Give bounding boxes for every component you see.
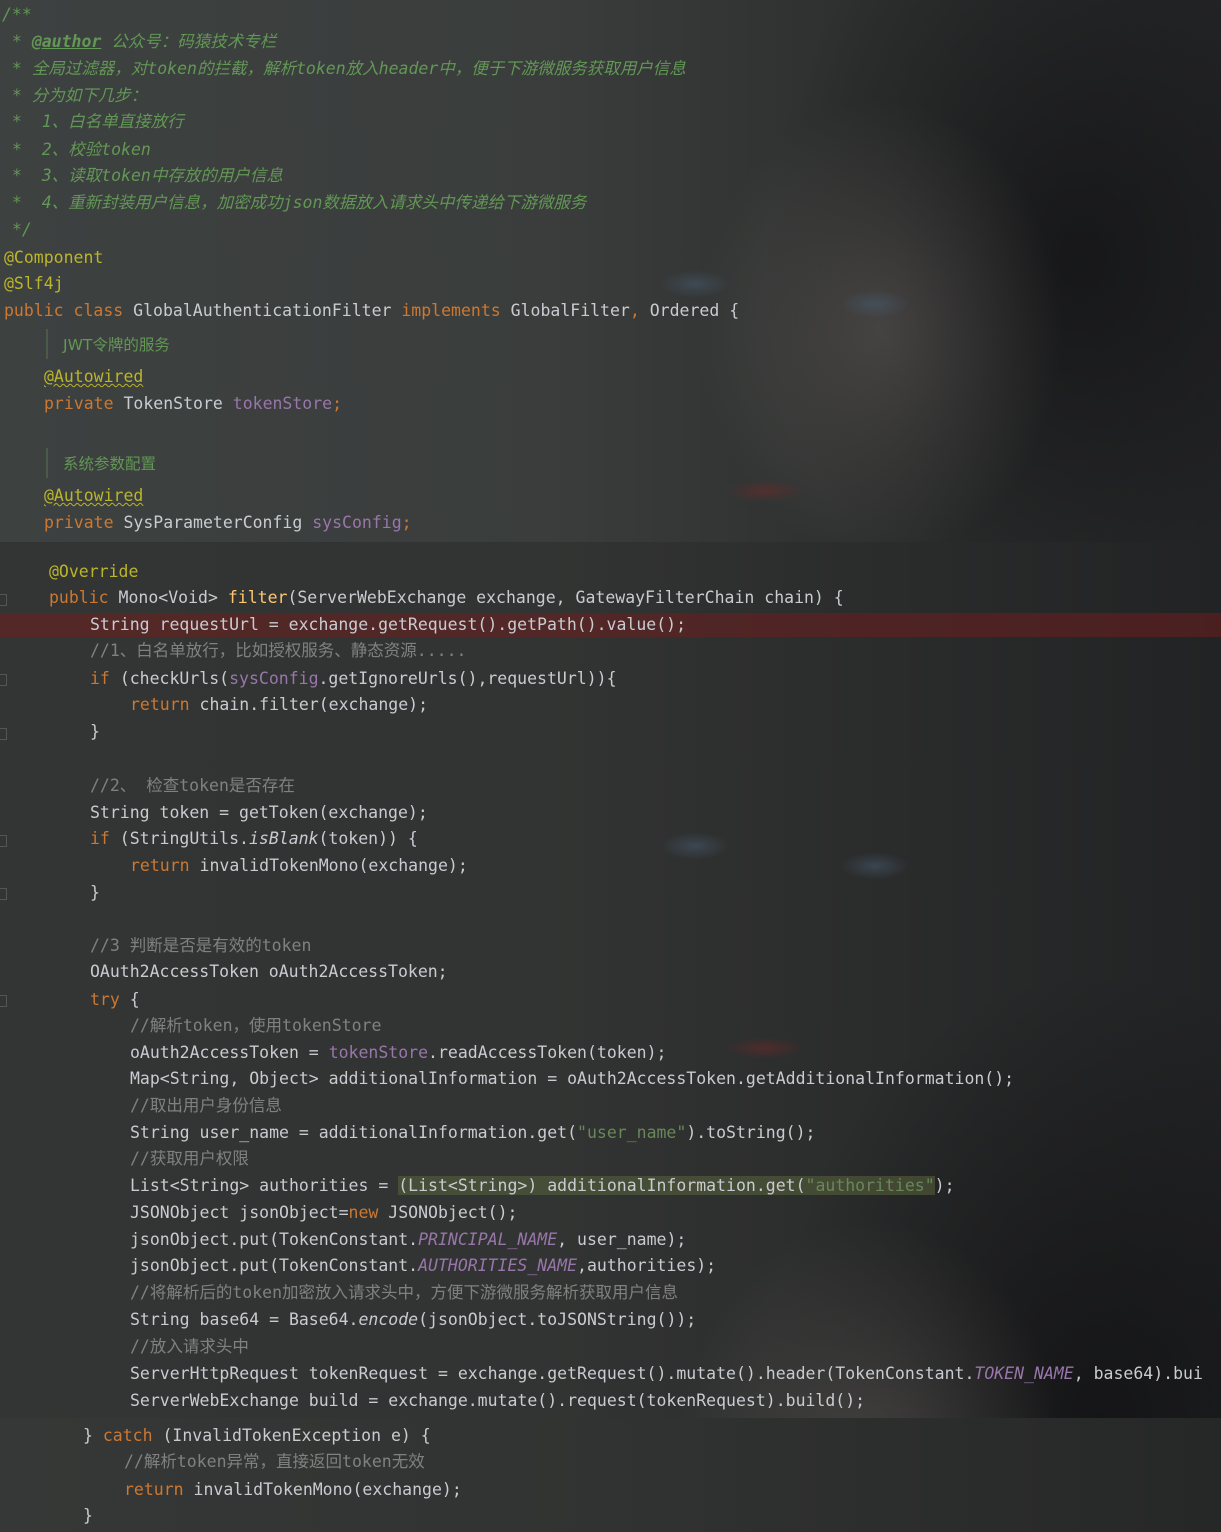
code-line-get-token: String token = getToken(exchange); (90, 803, 428, 822)
override-annotation: @Override (49, 562, 139, 581)
code-line-request-url: String requestUrl = exchange.getRequest(… (90, 615, 687, 634)
comment-valid-token: //3 判断是否是有效的token (90, 936, 312, 955)
code-line-build-exchange: ServerWebExchange build = exchange.mutat… (130, 1391, 866, 1410)
fold-marker[interactable] (0, 835, 7, 847)
javadoc-line-5: * 2、校验token (2, 140, 151, 159)
fold-marker[interactable] (0, 594, 7, 606)
javadoc-close: */ (2, 220, 32, 239)
javadoc-line-4: * 1、白名单直接放行 (2, 112, 184, 131)
author-text: 公众号：码猿技术专栏 (101, 32, 277, 51)
code-line-if-check-urls: if (checkUrls(sysConfig.getIgnoreUrls(),… (90, 669, 617, 688)
javadoc-line-3: * 分为如下几步： (2, 86, 148, 105)
field-doc-token-store: JWT令牌的服务 (63, 336, 170, 354)
code-line-user-name: String user_name = additionalInformation… (130, 1123, 816, 1142)
code-editor[interactable]: /** * @author 公众号：码猿技术专栏 * 全局过滤器，对token的… (0, 0, 1221, 1532)
author-tag: @author (31, 32, 102, 51)
class-name: GlobalAuthenticationFilter (133, 301, 392, 320)
code-line-return-invalid: return invalidTokenMono(exchange); (130, 856, 468, 875)
doc-bar (46, 329, 48, 359)
fold-marker[interactable] (0, 728, 7, 740)
method-signature: public Mono<Void> filter(ServerWebExchan… (49, 588, 844, 607)
code-line-put-authorities: jsonObject.put(TokenConstant.AUTHORITIES… (130, 1256, 717, 1275)
javadoc-line-7: * 4、重新封装用户信息，加密成功json数据放入请求头中传递给下游微服务 (2, 193, 587, 212)
comment-invalid-token: //解析token异常，直接返回token无效 (124, 1452, 425, 1471)
autowired-annotation[interactable]: @Autowired (44, 483, 143, 509)
code-line-catch: } catch (InvalidTokenException e) { (83, 1426, 431, 1445)
javadoc-author-line: * @author 公众号：码猿技术专栏 (2, 32, 277, 51)
code-line-declare-token: OAuth2AccessToken oAuth2AccessToken; (90, 962, 448, 981)
slf4j-annotation: @Slf4j (4, 274, 64, 293)
code-line-if-blank: if (StringUtils.isBlank(token)) { (90, 829, 418, 848)
field-token-store: private TokenStore tokenStore; (44, 394, 343, 413)
autowired-annotation[interactable]: @Autowired (44, 364, 143, 390)
comment-check-token: //2、 检查token是否存在 (90, 776, 295, 795)
component-annotation: @Component (4, 248, 104, 267)
code-line-return-invalid-catch: return invalidTokenMono(exchange); (124, 1480, 462, 1499)
code-line-token-request: ServerHttpRequest tokenRequest = exchang… (130, 1364, 1203, 1383)
doc-bar (46, 448, 48, 478)
fold-marker[interactable] (0, 888, 7, 900)
javadoc-line-2: * 全局过滤器，对token的拦截，解析token放入header中，便于下游微… (2, 59, 686, 78)
field-sys-config: private SysParameterConfig sysConfig; (44, 513, 412, 532)
code-line-try: try { (90, 990, 140, 1009)
code-line-additional-info: Map<String, Object> additionalInformatio… (130, 1069, 1015, 1088)
code-line-final-close: } (83, 1506, 93, 1525)
code-line-authorities: List<String> authorities = (List<String>… (130, 1176, 955, 1195)
code-line-put-principal: jsonObject.put(TokenConstant.PRINCIPAL_N… (130, 1230, 687, 1249)
javadoc-line-6: * 3、读取token中存放的用户信息 (2, 166, 283, 185)
method-name: filter (227, 588, 288, 607)
code-line-base64: String base64 = Base64.encode(jsonObject… (130, 1310, 697, 1329)
comment-encrypt-header: //将解析后的token加密放入请求头中，方便下游微服务解析获取用户信息 (130, 1283, 679, 1302)
code-line-read-access-token: oAuth2AccessToken = tokenStore.readAcces… (130, 1043, 667, 1062)
comment-parse-token: //解析token，使用tokenStore (130, 1016, 382, 1035)
comment-whitelist: //1、白名单放行，比如授权服务、静态资源..... (90, 641, 467, 660)
code-line-return-filter: return chain.filter(exchange); (130, 695, 429, 714)
code-line-close: } (90, 883, 100, 902)
code-line-close: } (90, 722, 100, 741)
javadoc-open: /** (2, 5, 32, 24)
class-declaration: public class GlobalAuthenticationFilter … (4, 301, 740, 320)
fold-marker[interactable] (0, 674, 7, 686)
field-doc-sys-config: 系统参数配置 (63, 455, 157, 473)
comment-authorities: //获取用户权限 (130, 1149, 249, 1168)
comment-put-header: //放入请求头中 (130, 1337, 249, 1356)
comment-user-identity: //取出用户身份信息 (130, 1096, 282, 1115)
fold-marker[interactable] (0, 995, 7, 1007)
selected-cast-expression: (List<String>) additionalInformation.get… (398, 1176, 935, 1195)
code-line-new-json: JSONObject jsonObject=new JSONObject(); (130, 1203, 518, 1222)
